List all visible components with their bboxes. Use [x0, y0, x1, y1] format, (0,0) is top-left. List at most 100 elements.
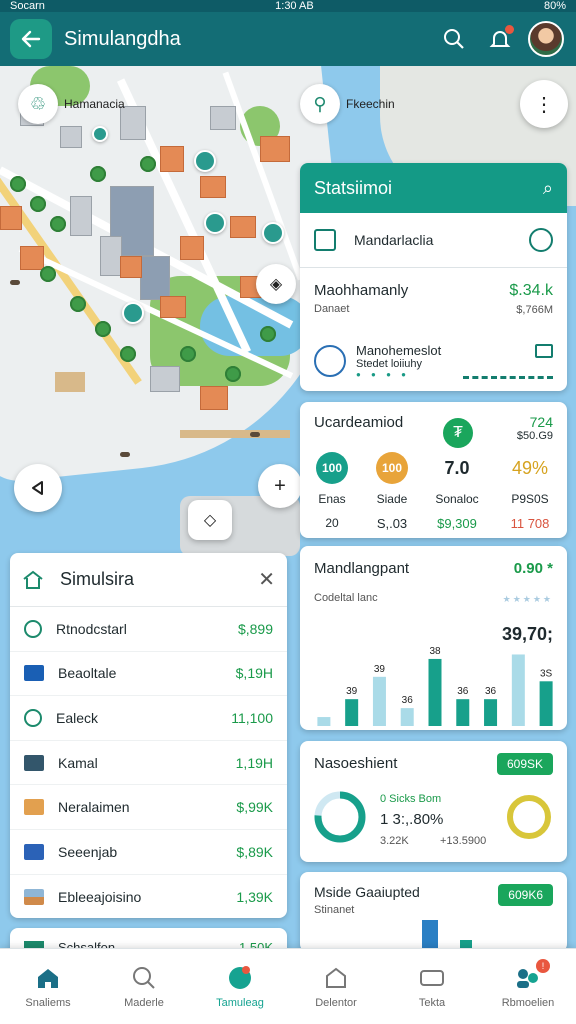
list-item[interactable]: Beaoltale $,19H	[10, 652, 287, 697]
donut-line4: +13.5900	[440, 835, 487, 847]
map-chip-left-label: Hamanacia	[64, 97, 125, 111]
list-item-value: $,19H	[235, 665, 273, 682]
person-icon	[24, 799, 44, 816]
stats-detail-title: Manohemeslot	[356, 343, 442, 358]
more-options-button[interactable]: ⋮	[520, 80, 568, 128]
nav-item-people[interactable]: ! Rbmoelien	[480, 949, 576, 1024]
chart-card: Mandlangpant 0.90 * Codeltal lanc ★★★★★ …	[300, 546, 567, 730]
list-item[interactable]: Ebleeajoisino 1,39K	[10, 875, 287, 918]
map-tree	[50, 216, 66, 232]
list-item[interactable]: Neralaimen $,99K	[10, 785, 287, 830]
map-marker[interactable]	[262, 222, 284, 244]
rating-dots: ● ● ● ●	[356, 370, 410, 379]
layers-button[interactable]: ◇	[188, 500, 232, 540]
nav-item-ticket[interactable]: Tekta	[384, 949, 480, 1024]
notification-dot	[505, 25, 514, 34]
bank-icon	[323, 965, 349, 991]
map-roof	[160, 146, 184, 172]
nav-item-home[interactable]: Snaliems	[0, 949, 96, 1024]
triangle-left-icon	[32, 481, 43, 495]
list-item[interactable]: Seeenjab $,89K	[10, 830, 287, 875]
donut-title: Nasoeshient	[314, 755, 398, 772]
map-building	[120, 106, 146, 140]
avatar	[528, 21, 564, 57]
metric-col[interactable]: 49% P9S0S 11 708	[500, 452, 560, 531]
edit-icon[interactable]	[529, 228, 553, 252]
map-marker[interactable]	[92, 126, 108, 142]
map-roof	[180, 236, 204, 260]
map-marker[interactable]	[122, 302, 144, 324]
bottom-nav: Snaliems Maderle Tamuleag Delentor Tekta…	[0, 948, 576, 1024]
map-roof	[0, 206, 22, 230]
zoom-in-button[interactable]: +	[258, 464, 302, 508]
map-building	[210, 106, 236, 130]
search-button[interactable]	[434, 19, 474, 59]
stats-row-detail[interactable]: Manohemeslot Stedet loiiuhy ● ● ● ●	[300, 328, 567, 391]
stats-summary-value: $.34.k	[509, 282, 553, 299]
metric-foot: 11 708	[510, 516, 550, 531]
metric-col[interactable]: 7.0 Sonaloc $9,309	[430, 452, 484, 531]
notifications-button[interactable]	[480, 19, 520, 59]
stats-card: Statsiimoi ⌕ Mandarlaclia Maohhamanly Da…	[300, 163, 567, 391]
home-icon	[35, 965, 61, 991]
list-item-label: Seeenjab	[58, 843, 118, 860]
previous-button[interactable]	[14, 464, 62, 512]
map-tree	[95, 321, 111, 337]
globe-icon	[227, 965, 253, 991]
map-boat	[250, 432, 260, 437]
nav-item-search[interactable]: Maderle	[96, 949, 192, 1024]
map-tree	[180, 346, 196, 362]
stats-summary-sub: Danaet	[314, 303, 350, 315]
nav-label: Tamuleag	[216, 996, 264, 1009]
search-icon[interactable]: ⌕	[543, 178, 553, 199]
nav-item-bank[interactable]: Delentor	[288, 949, 384, 1024]
list-item[interactable]: Rtnodcstarl $,899	[10, 607, 287, 652]
metric-col[interactable]: 100 Enas 20	[314, 452, 350, 530]
stats-row-summary[interactable]: Maohhamanly Danaet $.34.k $,766M	[300, 268, 567, 318]
chart-bar	[317, 717, 331, 726]
map-boat	[10, 280, 20, 285]
map-marker[interactable]	[204, 212, 226, 234]
profile-button[interactable]	[526, 19, 566, 59]
metrics-top-value: 724	[529, 414, 553, 430]
chart-title: Mandlangpant	[314, 560, 410, 577]
metric-col[interactable]: 100 Siade S,.03	[372, 452, 412, 531]
stats-summary-value2: $,766M	[516, 304, 553, 316]
compass-button[interactable]: ◈	[256, 264, 296, 304]
map-roof	[120, 256, 142, 278]
donut-line3: 3.22K	[380, 835, 409, 847]
stats-card-header: Statsiimoi ⌕	[300, 163, 567, 213]
arrow-left-icon	[21, 30, 41, 48]
map-marker[interactable]	[194, 150, 216, 172]
status-badge: 609SK	[496, 753, 553, 775]
rating-stars: ★★★★★	[502, 594, 553, 604]
list-item[interactable]: Ealeck 11,100	[10, 696, 287, 741]
nav-label: Delentor	[315, 996, 357, 1009]
metric-foot: $9,309	[437, 516, 477, 531]
nav-item-simulation[interactable]: Tamuleag	[192, 949, 288, 1024]
nav-label: Snaliems	[25, 996, 71, 1009]
chart-bar	[456, 699, 470, 726]
chart-bar-label: 38	[429, 646, 441, 657]
list-item-value: 1,19H	[235, 754, 273, 771]
metric-label: Enas	[318, 492, 346, 506]
back-button[interactable]	[10, 19, 52, 59]
map-tree	[140, 156, 156, 172]
stats-detail-sub: Stedet loiiuhy	[356, 358, 423, 370]
simulation-list-card: Simulsira ✕ Rtnodcstarl $,899 Beaoltale …	[10, 553, 287, 918]
close-icon[interactable]: ✕	[258, 567, 275, 592]
list-item[interactable]: Kamal 1,19H	[10, 741, 287, 786]
map-chip-left[interactable]: ♲ Hamanacia	[18, 82, 125, 126]
list-item-value: $,89K	[236, 843, 273, 860]
metrics-card: Ucardeamiod ₮ 724 $50.G9 100 Enas 20 100…	[300, 402, 567, 538]
map-chip-right[interactable]: ⚲ Fkeechin	[300, 82, 395, 126]
map-roof	[160, 296, 186, 318]
map-building	[60, 126, 82, 148]
list-item-value: 1,39K	[236, 888, 273, 905]
chart-bar	[400, 708, 414, 726]
book-icon[interactable]	[535, 343, 553, 358]
metric-circle: 100	[316, 452, 348, 484]
map-boat	[120, 452, 130, 457]
stats-row-primary[interactable]: Mandarlaclia	[300, 213, 567, 267]
map-tree	[70, 296, 86, 312]
